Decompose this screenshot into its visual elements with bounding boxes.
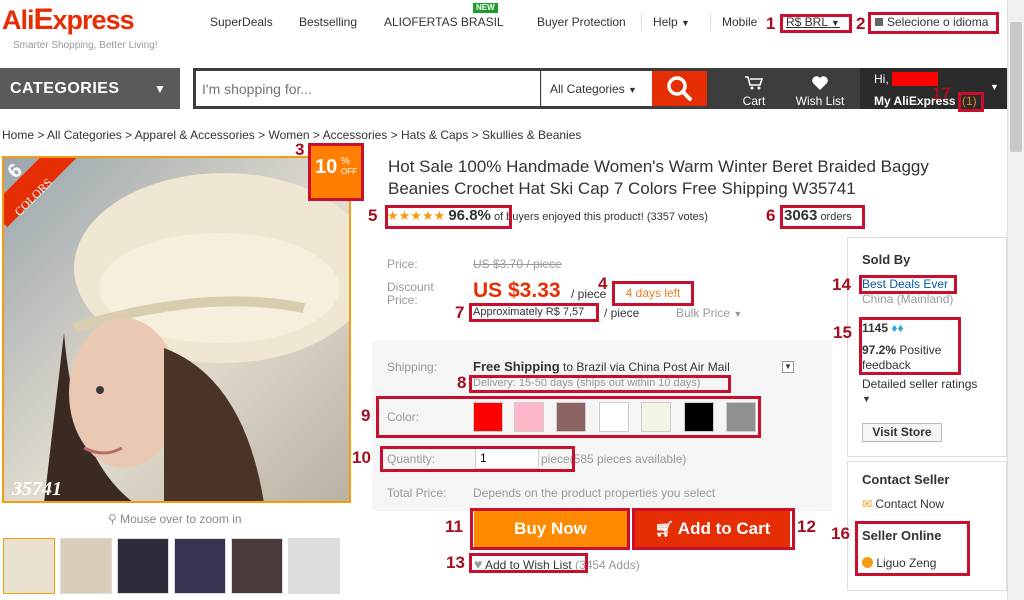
chevron-down-icon: ▼ — [862, 394, 871, 404]
wishlist-button[interactable]: Wish List — [790, 75, 850, 108]
product-main-image[interactable]: 6 COLORS 35741 — [2, 156, 351, 503]
greeting: Hi, — [874, 72, 889, 86]
contact-now-link[interactable]: ✉ Contact Now — [862, 497, 944, 511]
chevron-down-icon: ▼ — [733, 309, 743, 319]
search-icon — [667, 76, 692, 101]
divider — [641, 13, 642, 31]
heart-icon — [812, 76, 828, 90]
annotation-number: 6 — [766, 206, 776, 225]
annotation-number: 12 — [797, 517, 816, 536]
annotation-number: 8 — [457, 373, 467, 392]
annotation-box — [385, 205, 512, 229]
chevron-down-icon: ▼ — [990, 82, 999, 92]
annotation-box — [470, 508, 630, 550]
categories-menu[interactable]: CATEGORIES ▼ — [0, 68, 180, 109]
annotation-box — [469, 375, 731, 393]
chevron-down-icon: ▼ — [784, 362, 792, 371]
thumbnail[interactable] — [3, 538, 55, 594]
annotation-box — [612, 281, 694, 306]
annotation-box — [780, 205, 865, 229]
chevron-down-icon: ▼ — [154, 82, 166, 96]
annotation-box — [958, 92, 984, 112]
annotation-box — [868, 12, 999, 34]
annotation-number: 11 — [445, 517, 463, 536]
annotation-number: 17 — [932, 84, 951, 103]
annotation-box — [859, 317, 961, 375]
thumbnail[interactable] — [117, 538, 169, 594]
annotation-number: 10 — [352, 448, 371, 467]
annotation-box — [469, 303, 599, 322]
chevron-down-icon: ▼ — [628, 85, 637, 95]
total-price-label: Total Price: — [387, 486, 447, 500]
hat-model-photo — [44, 173, 349, 501]
nav-superdeals[interactable]: SuperDeals — [210, 15, 273, 29]
total-price-text: Depends on the product properties you se… — [473, 486, 716, 500]
annotation-number: 16 — [831, 524, 850, 543]
annotation-box — [469, 553, 588, 573]
annotation-number: 9 — [361, 406, 371, 425]
contact-seller-label: Contact Seller — [862, 472, 950, 487]
original-price: US $3.70 / piece — [473, 257, 562, 271]
scrollbar-thumb[interactable] — [1010, 22, 1022, 152]
annotation-number: 5 — [368, 206, 378, 225]
image-product-code: 35741 — [12, 478, 62, 500]
breadcrumb[interactable]: Home > All Categories > Apparel & Access… — [2, 128, 581, 142]
shipping-dropdown[interactable]: ▼ — [782, 361, 794, 373]
search-input[interactable] — [196, 71, 540, 106]
chevron-down-icon: ▼ — [681, 18, 690, 28]
cart-button[interactable]: Cart — [736, 75, 772, 108]
nav-bestselling[interactable]: Bestselling — [299, 15, 357, 29]
shipping-info: Free Shipping to Brazil via China Post A… — [473, 359, 730, 374]
bulk-price-toggle[interactable]: Bulk Price ▼ — [676, 306, 742, 320]
annotation-number: 2 — [856, 14, 866, 33]
thumbnail[interactable] — [60, 538, 112, 594]
seller-location: China (Mainland) — [862, 292, 954, 306]
annotation-number: 3 — [295, 140, 305, 159]
price-label: Price: — [387, 257, 418, 271]
detailed-seller-ratings[interactable]: Detailed seller ratings ▼ — [862, 377, 1002, 405]
thumbnail[interactable] — [174, 538, 226, 594]
annotation-number: 4 — [598, 274, 608, 293]
annotation-box — [380, 446, 575, 472]
wishlist-label: Wish List — [795, 94, 845, 108]
annotation-box — [376, 396, 761, 438]
annotation-box — [632, 508, 795, 550]
cart-label: Cart — [742, 94, 766, 108]
search-category-select[interactable]: All Categories ▼ — [541, 71, 652, 106]
envelope-icon: ✉ — [862, 497, 873, 511]
categories-label: CATEGORIES — [10, 80, 120, 97]
nav-mobile[interactable]: Mobile — [722, 15, 757, 29]
nav-buyer-protection[interactable]: Buyer Protection — [537, 15, 626, 29]
visit-store-button[interactable]: Visit Store — [862, 423, 942, 442]
annotation-box — [780, 14, 852, 33]
annotation-number: 14 — [832, 275, 851, 294]
annotation-box — [855, 521, 970, 576]
logo-tagline: Smarter Shopping, Better Living! — [13, 40, 158, 51]
sold-by-label: Sold By — [862, 252, 911, 267]
aliexpress-logo[interactable]: AliExpress — [2, 3, 135, 37]
cart-icon — [745, 76, 764, 90]
annotation-number: 15 — [833, 323, 852, 342]
zoom-hint: ⚲ Mouse over to zoom in — [108, 512, 242, 526]
nav-help[interactable]: Help ▼ — [653, 15, 690, 29]
discount-price: US $3.33 — [473, 279, 561, 302]
discount-price-label: Discount Price: — [387, 280, 434, 307]
annotation-number: 7 — [455, 303, 465, 322]
shipping-label: Shipping: — [387, 360, 438, 374]
search-button[interactable] — [652, 71, 707, 106]
annotation-box — [859, 275, 957, 294]
magnifier-icon: ⚲ — [108, 512, 117, 526]
product-title: Hot Sale 100% Handmade Women's Warm Wint… — [388, 157, 929, 198]
nav-aliofertas[interactable]: ALIOFERTAS BRASIL — [384, 15, 504, 29]
thumbnail[interactable] — [288, 538, 340, 594]
thumbnail[interactable] — [231, 538, 283, 594]
annotation-box — [308, 143, 364, 201]
annotation-number: 1 — [766, 14, 776, 33]
new-badge: NEW — [473, 3, 498, 13]
divider — [710, 13, 711, 31]
annotation-number: 13 — [446, 553, 465, 572]
rating-text: of buyers enjoyed this product! (3357 vo… — [493, 211, 708, 223]
approx-per-piece: / piece — [604, 306, 640, 320]
